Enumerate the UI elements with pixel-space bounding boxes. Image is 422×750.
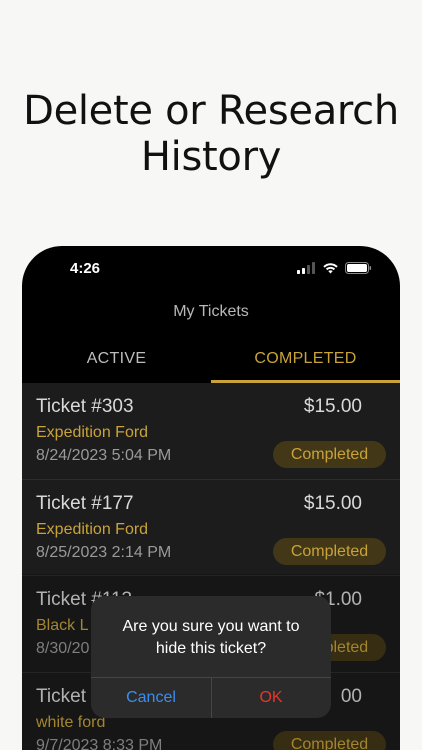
ok-button[interactable]: OK: [211, 678, 331, 718]
tab-active[interactable]: ACTIVE: [22, 338, 211, 383]
confirm-dialog: Are you sure you want to hide this ticke…: [91, 596, 331, 718]
dialog-message-line-1: Are you sure you want to: [122, 618, 300, 635]
status-badge: Completed: [273, 537, 386, 565]
ticket-vehicle: Expedition Ford: [36, 424, 149, 441]
status-badge: Completed: [273, 441, 386, 468]
wifi-icon: [323, 263, 338, 274]
headline: Delete or Research History: [0, 88, 422, 180]
ticket-date: 8/25/2023 2:14 PM: [36, 543, 172, 561]
battery-icon: [345, 262, 372, 274]
ticket-price: $15.00: [303, 492, 362, 514]
tab-bar: ACTIVE COMPLETED: [22, 338, 400, 383]
cancel-button[interactable]: Cancel: [91, 678, 211, 718]
ticket-vehicle: Expedition Ford: [36, 520, 149, 538]
nav-title: My Tickets: [173, 303, 249, 320]
dialog-message: Are you sure you want to hide this ticke…: [91, 616, 331, 660]
phone-screen: 4:26 My Tickets ACTIVE COMPLETED Ticket …: [22, 246, 400, 750]
ticket-id: Ticket #177: [36, 492, 134, 514]
headline-line-1: Delete or Research: [23, 88, 399, 134]
status-bar: 4:26: [22, 246, 400, 292]
ticket-price: $15.00: [303, 396, 362, 417]
ticket-row[interactable]: Ticket #177 $15.00 Expedition Ford 8/25/…: [22, 480, 400, 576]
signal-icon: [297, 262, 315, 274]
ticket-id: Ticket #303: [36, 396, 134, 417]
dialog-message-line-2: hide this ticket?: [155, 640, 267, 657]
ticket-row[interactable]: Ticket #303 $15.00 Expedition Ford 8/24/…: [22, 383, 400, 480]
status-icons: [297, 262, 372, 274]
tab-completed[interactable]: COMPLETED: [211, 338, 400, 383]
ticket-date: 8/24/2023 5:04 PM: [36, 447, 172, 464]
status-time: 4:26: [70, 260, 101, 277]
headline-line-2: History: [140, 134, 282, 180]
